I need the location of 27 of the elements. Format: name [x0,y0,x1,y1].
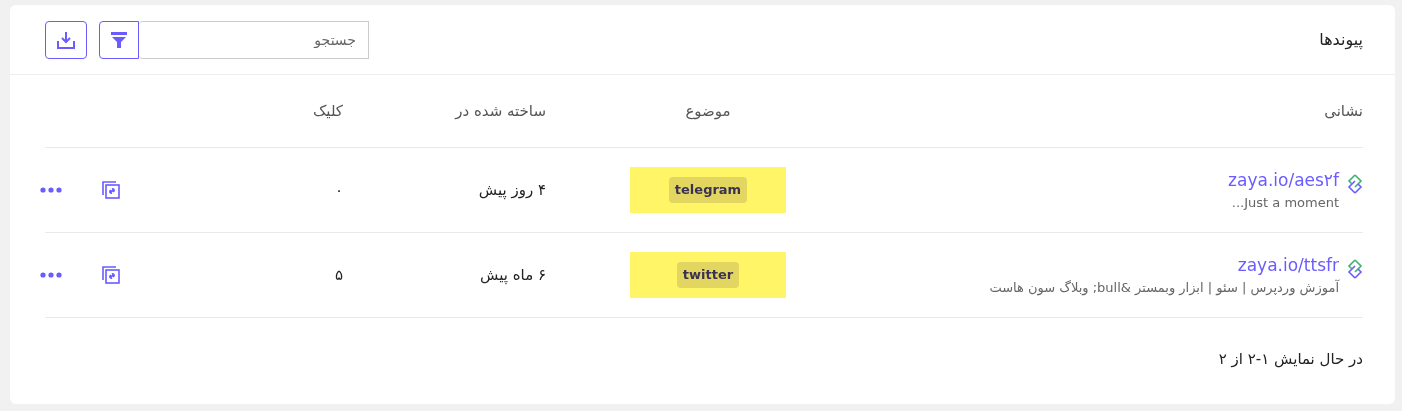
click-count: ۵ [334,266,343,284]
created-time: ۶ ماه پیش [480,266,546,284]
created-time: ۴ روز پیش [478,181,546,199]
copy-link-icon[interactable] [101,265,121,285]
column-header: کلیک [312,101,343,120]
page-title-text: آموزش وردپرس | سئو | ابزار وبمستر &bull; وبلاگ سون هاست [989,278,1339,298]
search-field[interactable]: جستجو [139,20,369,59]
click-count: ۰ [334,181,343,199]
more-icon[interactable] [39,187,62,193]
download-icon [56,29,76,50]
short-link[interactable]: zaya.io/ttsfr [1237,252,1339,278]
short-link[interactable]: zaya.io/aes۲f [1228,167,1339,193]
column-header: ساخته شده در [455,101,546,120]
copy-link-icon[interactable] [101,180,121,200]
subject-tag: twitter [676,262,740,288]
link-icon [1347,259,1363,279]
download-button[interactable] [45,20,87,59]
pagination-summary: در حال نمایش ۱-۲ از ۲ [1218,350,1363,368]
filter-icon [110,30,128,49]
column-header: نشانی [1324,101,1363,120]
link-icon [1347,174,1363,194]
filter-button[interactable] [99,20,139,59]
page-title-text: Just a moment... [1231,194,1339,212]
subject-tag: telegram [668,177,748,203]
more-icon[interactable] [39,272,62,278]
page-title: پیوندها [1319,28,1363,52]
column-header: موضوع [685,101,731,120]
